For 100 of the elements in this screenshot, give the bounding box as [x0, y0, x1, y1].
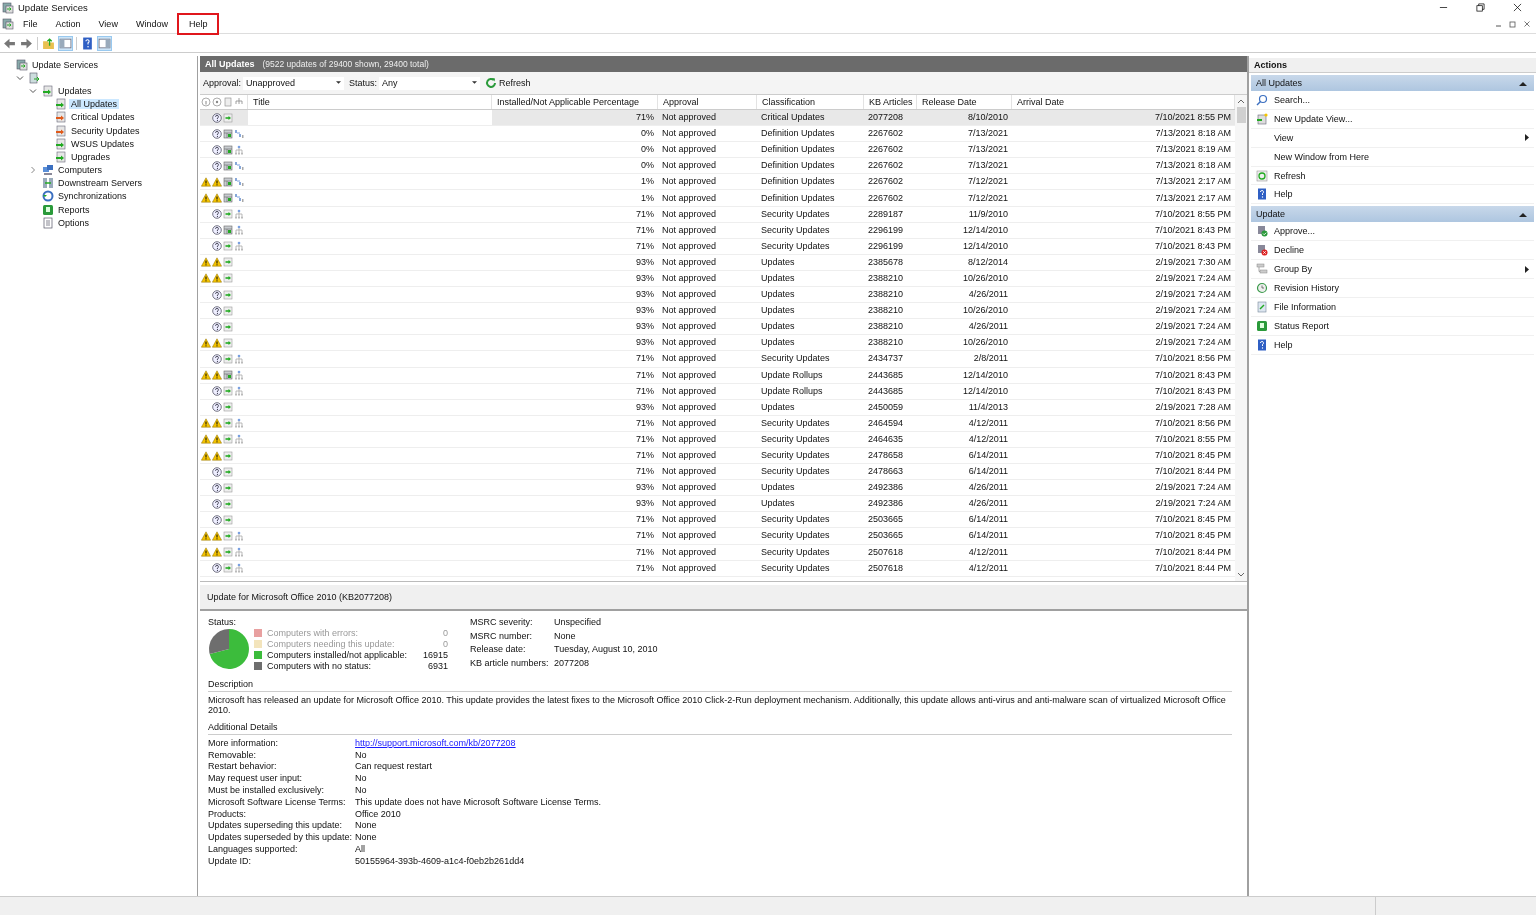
icon-column-header[interactable] [200, 95, 248, 109]
table-row[interactable]: 71% Not approved Security Updates 2464635 4/12/2011 7/10/2021 8:55 PM [200, 431, 1235, 448]
table-row[interactable]: 71% Not approved Critical Updates 2077208 8/10/2010 7/10/2021 8:55 PM [200, 110, 1235, 127]
table-cell-text: 0% [640, 143, 655, 157]
install-icon [223, 531, 233, 541]
file-icon [1256, 300, 1268, 313]
tree-item[interactable]: Computers [56, 165, 104, 176]
tree-item[interactable]: Reports [56, 204, 92, 215]
help-book-icon[interactable] [81, 36, 94, 50]
details-title-bar: Update for Microsoft Office 2010 (KB2077208) [200, 585, 1247, 611]
table-row[interactable]: 71% Not approved Security Updates 2503665 6/14/2011 7/10/2021 8:45 PM [200, 512, 1235, 529]
table-row[interactable]: 93% Not approved Updates 2388210 10/26/2010 2/19/2021 7:24 AM [200, 270, 1235, 288]
tree-item[interactable]: Downstream Servers [56, 178, 145, 189]
action-section-header[interactable]: Update [1251, 206, 1534, 223]
action-link[interactable]: Decline [1274, 245, 1529, 256]
table-row[interactable]: 93% Not approved Updates 2492386 4/26/2011 2/19/2021 7:24 AM [200, 496, 1235, 513]
restore-icon[interactable] [1476, 3, 1485, 12]
table-row[interactable]: 1% Not approved Definition Updates 2267602 7/12/2021 7/13/2021 2:17 AM [200, 190, 1235, 207]
table-cell-text: 2289187 [867, 207, 905, 221]
vertical-scrollbar[interactable] [1235, 95, 1247, 581]
collapsed-chevron-icon[interactable] [29, 166, 37, 175]
hierarchy-icon [234, 547, 244, 558]
table-cell-text: 2/19/2021 7:24 AM [1154, 320, 1232, 334]
tree-item[interactable]: Synchronizations [56, 191, 129, 202]
close-icon[interactable] [1513, 3, 1522, 12]
table-row[interactable]: 71% Not approved Security Updates 2289187 11/9/2010 7/10/2021 8:55 PM [200, 206, 1235, 223]
menu-item[interactable]: Action [46, 15, 90, 33]
tree-item[interactable]: All Updates [69, 99, 120, 110]
table-row[interactable]: 93% Not approved Updates 2492386 4/26/2011 2/19/2021 7:24 AM [200, 480, 1235, 497]
action-link[interactable]: Status Report [1274, 320, 1529, 331]
table-row[interactable]: 71% Not approved Security Updates 2507618 4/12/2011 7/10/2021 8:44 PM [200, 544, 1235, 561]
action-link[interactable]: File Information [1274, 301, 1529, 312]
pane-toggle-icon[interactable] [98, 36, 111, 50]
table-row[interactable]: 1% Not approved Definition Updates 2267602 7/12/2021 7/13/2021 2:17 AM [200, 174, 1235, 191]
table-row[interactable]: 71% Not approved Security Updates 2464594 4/12/2011 7/10/2021 8:56 PM [200, 415, 1235, 432]
scroll-thumb[interactable] [1236, 107, 1246, 123]
table-row[interactable]: 0% Not approved Definition Updates 2267602 7/13/2021 7/13/2021 8:18 AM [200, 158, 1235, 175]
action-link[interactable]: New Window from Here [1274, 151, 1529, 162]
table-row[interactable]: 71% Not approved Update Rollups 2443685 12/14/2010 7/10/2021 8:43 PM [200, 367, 1235, 384]
folder-up-icon[interactable] [42, 36, 55, 50]
table-row[interactable]: 71% Not approved Security Updates 2434737 2/8/2011 7/10/2021 8:56 PM [200, 351, 1235, 368]
column-header[interactable]: Release Date [917, 95, 1012, 109]
expanded-chevron-icon[interactable] [29, 86, 37, 95]
close-icon[interactable] [1523, 20, 1531, 28]
scroll-up-icon[interactable] [1237, 97, 1245, 105]
table-row[interactable]: 93% Not approved Updates 2388210 10/26/2010 2/19/2021 7:24 AM [200, 303, 1235, 320]
column-header[interactable]: Installed/Not Applicable Percentage [492, 95, 658, 109]
column-header[interactable]: Classification [757, 95, 864, 109]
table-row[interactable]: 93% Not approved Updates 2388210 4/26/2011 2/19/2021 7:24 AM [200, 319, 1235, 336]
table-row[interactable]: 71% Not approved Security Updates 2478658 6/14/2011 7/10/2021 8:45 PM [200, 447, 1235, 465]
menu-item[interactable]: Window [126, 15, 177, 33]
table-row[interactable]: 0% Not approved Definition Updates 2267602 7/13/2021 7/13/2021 8:19 AM [200, 142, 1235, 159]
more-info-link[interactable]: http://support.microsoft.com/kb/2077208 [355, 737, 516, 750]
table-row[interactable]: 71% Not approved Security Updates 2503665 6/14/2011 7/10/2021 8:45 PM [200, 528, 1235, 545]
action-link[interactable]: New Update View... [1274, 113, 1529, 124]
tree-item[interactable]: Upgrades [69, 151, 113, 162]
tree-item[interactable]: Critical Updates [69, 112, 137, 123]
table-row[interactable]: 71% Not approved Security Updates 2478663 6/14/2011 7/10/2021 8:44 PM [200, 464, 1235, 481]
filter-dropdown[interactable]: Any [379, 76, 481, 90]
filter-dropdown[interactable]: Unapproved [243, 76, 345, 90]
scroll-down-icon[interactable] [1237, 571, 1245, 579]
tree-item[interactable]: Updates [56, 85, 94, 96]
table-row[interactable]: 93% Not approved Updates 2388210 4/26/2011 2/19/2021 7:24 AM [200, 287, 1235, 304]
table-row[interactable]: 93% Not approved Updates 2450059 11/4/2013 2/19/2021 7:28 AM [200, 399, 1235, 416]
action-link[interactable]: Help [1274, 339, 1529, 350]
install-icon [223, 386, 233, 397]
table-cell-text: 2388210 [867, 304, 905, 318]
action-link[interactable]: Approve... [1274, 226, 1529, 237]
menu-item[interactable]: View [89, 15, 127, 33]
action-link[interactable]: Revision History [1274, 282, 1529, 293]
column-header[interactable]: Title [248, 95, 492, 109]
table-cell-text: 11/9/2010 [967, 207, 1009, 221]
tree-item[interactable]: WSUS Updates [69, 138, 137, 149]
refresh-button[interactable]: Refresh [485, 77, 531, 89]
table-row[interactable]: 93% Not approved Updates 2385678 8/12/2014 2/19/2021 7:30 AM [200, 254, 1235, 271]
table-row[interactable]: 71% Not approved Security Updates 2507618 4/12/2011 7/10/2021 8:44 PM [200, 560, 1235, 577]
tree-item[interactable]: Security Updates [69, 125, 142, 136]
table-row[interactable]: 71% Not approved Security Updates 2296199 12/14/2010 7/10/2021 8:43 PM [200, 238, 1235, 255]
tree-item[interactable]: Update Services [30, 59, 101, 70]
table-row[interactable]: 71% Not approved Update Rollups 2443685 12/14/2010 7/10/2021 8:43 PM [200, 383, 1235, 400]
action-link[interactable]: Group By [1274, 264, 1519, 275]
action-link[interactable]: Help [1274, 189, 1529, 200]
tree-item[interactable]: Options [56, 217, 92, 228]
column-header[interactable]: KB Articles [864, 95, 917, 109]
pane-toggle-icon[interactable] [59, 36, 72, 50]
action-link[interactable]: Search... [1274, 94, 1529, 105]
action-section-header[interactable]: All Updates [1251, 75, 1534, 91]
console-icon [2, 1, 14, 14]
table-row[interactable]: 71% Not approved Security Updates 2296199 12/14/2010 7/10/2021 8:43 PM [200, 222, 1235, 239]
menu-item[interactable]: File [14, 15, 47, 33]
table-row[interactable]: 93% Not approved Updates 2388210 10/26/2010 2/19/2021 7:24 AM [200, 335, 1235, 352]
column-header[interactable]: Approval [658, 95, 757, 109]
menu-item[interactable]: Help [176, 13, 220, 35]
report-icon [42, 203, 54, 216]
expanded-chevron-icon[interactable] [16, 73, 24, 82]
back-icon[interactable] [3, 36, 16, 50]
action-link[interactable]: View [1274, 132, 1519, 143]
action-link[interactable]: Refresh [1274, 170, 1529, 181]
table-row[interactable]: 0% Not approved Definition Updates 2267602 7/13/2021 7/13/2021 8:18 AM [200, 126, 1235, 143]
table-cell-text: Not approved [661, 288, 718, 302]
